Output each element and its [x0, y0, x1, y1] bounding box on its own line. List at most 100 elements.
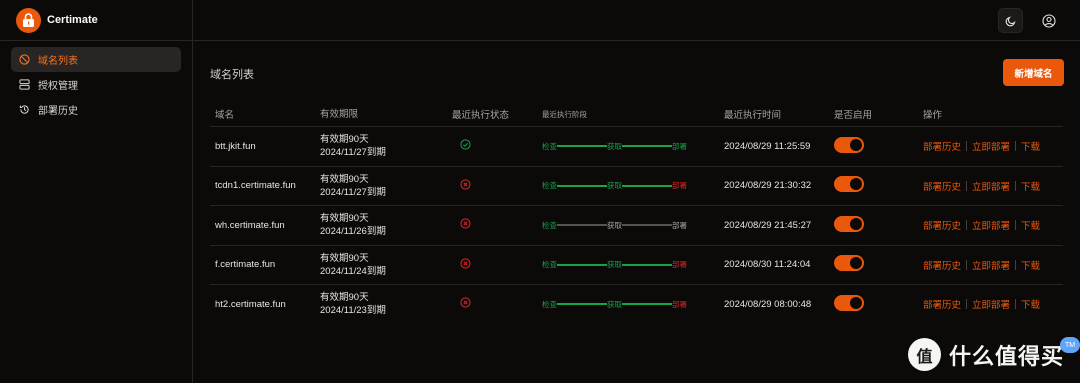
watermark: 值 什么值得买 TM: [908, 337, 1080, 371]
column-header: 最近执行时间: [724, 110, 782, 121]
domain-cell: ht2.certimate.fun: [215, 298, 286, 310]
stage-check-label: 检查: [542, 220, 557, 230]
deploy-history-link[interactable]: 部署历史: [923, 218, 961, 232]
watermark-text: 什么值得买: [949, 343, 1065, 369]
stage-check-label: 检查: [542, 299, 557, 309]
moon-icon: [1005, 16, 1015, 26]
ops-cell: 部署历史 立即部署 下载: [923, 297, 1063, 311]
stage-progress: 检查 获取 部署: [542, 259, 724, 270]
stage-obtain-label: 获取: [607, 260, 622, 270]
enable-cell: [834, 294, 923, 314]
stage-line: [622, 263, 672, 266]
time-cell: 2024/08/29 21:45:27: [724, 219, 812, 231]
validity-cell: 有效期90天 2024/11/23到期: [320, 291, 452, 317]
enable-toggle[interactable]: [834, 255, 864, 272]
validity-text: 有效期90天: [320, 292, 369, 304]
divider: [1015, 180, 1017, 191]
column-header: 最近执行状态: [452, 110, 510, 121]
stage-line: [557, 184, 607, 187]
stage-deploy-label: 部署: [672, 181, 687, 191]
deploy-history-link[interactable]: 部署历史: [923, 139, 961, 153]
user-menu-button[interactable]: [1036, 8, 1061, 33]
validity-text: 有效期90天: [320, 213, 369, 225]
table-header: 域名 有效期限 最近执行状态 最近执行阶段 最近执行时间 是否启用 操作: [210, 102, 1063, 126]
main-content: 域名列表 新增域名 域名 有效期限 最近执行状态 最近执行阶段 最近执行时间 是…: [193, 41, 1080, 383]
stage-line: [622, 224, 672, 227]
status-cell: [452, 139, 542, 153]
sidebar-item-history[interactable]: 部署历史: [11, 97, 181, 122]
column-header: 最近执行阶段: [542, 109, 587, 119]
stage-obtain-label: 获取: [607, 141, 622, 151]
expire-date: 2024/11/23到期: [320, 305, 386, 317]
brand[interactable]: Certimate: [0, 0, 192, 41]
stage-deploy-label: 部署: [672, 141, 687, 151]
user-circle-icon: [1041, 13, 1056, 28]
x-circle-icon: [460, 297, 471, 308]
stage-line: [622, 145, 672, 148]
add-domain-button[interactable]: 新增域名: [1003, 59, 1064, 86]
validity-cell: 有效期90天 2024/11/27到期: [320, 133, 452, 159]
deploy-history-link[interactable]: 部署历史: [923, 297, 961, 311]
deploy-now-link[interactable]: 立即部署: [972, 179, 1010, 193]
column-header: 域名: [215, 110, 235, 121]
divider: [1015, 299, 1017, 310]
table-row: wh.certimate.fun 有效期90天 2024/11/26到期 检查 …: [210, 205, 1063, 245]
time-cell: 2024/08/29 08:00:48: [724, 298, 812, 310]
deploy-history-link[interactable]: 部署历史: [923, 179, 961, 193]
sidebar: Certimate 域名列表 授权管理 部署历史: [0, 0, 193, 383]
theme-toggle-button[interactable]: [998, 8, 1023, 33]
download-link[interactable]: 下载: [1021, 297, 1040, 311]
sidebar-item-access[interactable]: 授权管理: [11, 72, 181, 97]
divider: [1015, 220, 1017, 231]
globe-ban-icon: [19, 54, 30, 65]
enable-cell: [834, 255, 923, 274]
domain-cell: tcdn1.certimate.fun: [215, 180, 296, 192]
watermark-badge: TM: [1060, 337, 1080, 353]
deploy-now-link[interactable]: 立即部署: [972, 258, 1010, 272]
time-cell: 2024/08/30 11:24:04: [724, 259, 811, 271]
deploy-history-link[interactable]: 部署历史: [923, 258, 961, 272]
toggle-knob: [850, 296, 862, 309]
toggle-knob: [850, 178, 862, 191]
domain-cell: btt.jkit.fun: [215, 140, 256, 152]
enable-toggle[interactable]: [834, 136, 864, 153]
download-link[interactable]: 下载: [1021, 179, 1040, 193]
status-cell: [452, 297, 542, 311]
column-header: 是否启用: [834, 110, 873, 121]
download-link[interactable]: 下载: [1021, 218, 1040, 232]
deploy-now-link[interactable]: 立即部署: [972, 297, 1010, 311]
sidebar-item-domains[interactable]: 域名列表: [11, 47, 181, 72]
download-link[interactable]: 下载: [1021, 258, 1040, 272]
validity-text: 有效期90天: [320, 134, 369, 146]
enable-toggle[interactable]: [834, 215, 864, 232]
page-title: 域名列表: [210, 69, 254, 81]
enable-toggle[interactable]: [834, 294, 864, 311]
ops-cell: 部署历史 立即部署 下载: [923, 258, 1063, 272]
ops-cell: 部署历史 立即部署 下载: [923, 179, 1063, 193]
sidebar-nav: 域名列表 授权管理 部署历史: [0, 41, 192, 128]
stage-progress: 检查 获取 部署: [542, 220, 724, 231]
status-cell: [452, 218, 542, 232]
deploy-now-link[interactable]: 立即部署: [972, 139, 1010, 153]
divider: [1015, 259, 1017, 270]
table-row: f.certimate.fun 有效期90天 2024/11/24到期 检查 获…: [210, 244, 1063, 285]
domain-cell: wh.certimate.fun: [215, 219, 285, 231]
download-link[interactable]: 下载: [1021, 139, 1040, 153]
time-cell: 2024/08/29 21:30:32: [724, 180, 812, 192]
stage-line: [557, 224, 607, 227]
domain-cell: f.certimate.fun: [215, 259, 276, 271]
toggle-knob: [850, 138, 862, 151]
divider: [966, 141, 968, 152]
sidebar-item-label: 部署历史: [38, 106, 78, 117]
expire-date: 2024/11/24到期: [320, 265, 386, 277]
stage-progress: 检查 获取 部署: [542, 299, 724, 310]
validity-text: 有效期90天: [320, 173, 369, 185]
table-row: btt.jkit.fun 有效期90天 2024/11/27到期 检查 获取 部…: [210, 126, 1063, 166]
enable-toggle[interactable]: [834, 176, 864, 193]
deploy-now-link[interactable]: 立即部署: [972, 218, 1010, 232]
stage-obtain-label: 获取: [607, 220, 622, 230]
expire-date: 2024/11/27到期: [320, 186, 386, 198]
divider: [966, 220, 968, 231]
stage-line: [622, 303, 672, 306]
stage-check-label: 检查: [542, 181, 557, 191]
